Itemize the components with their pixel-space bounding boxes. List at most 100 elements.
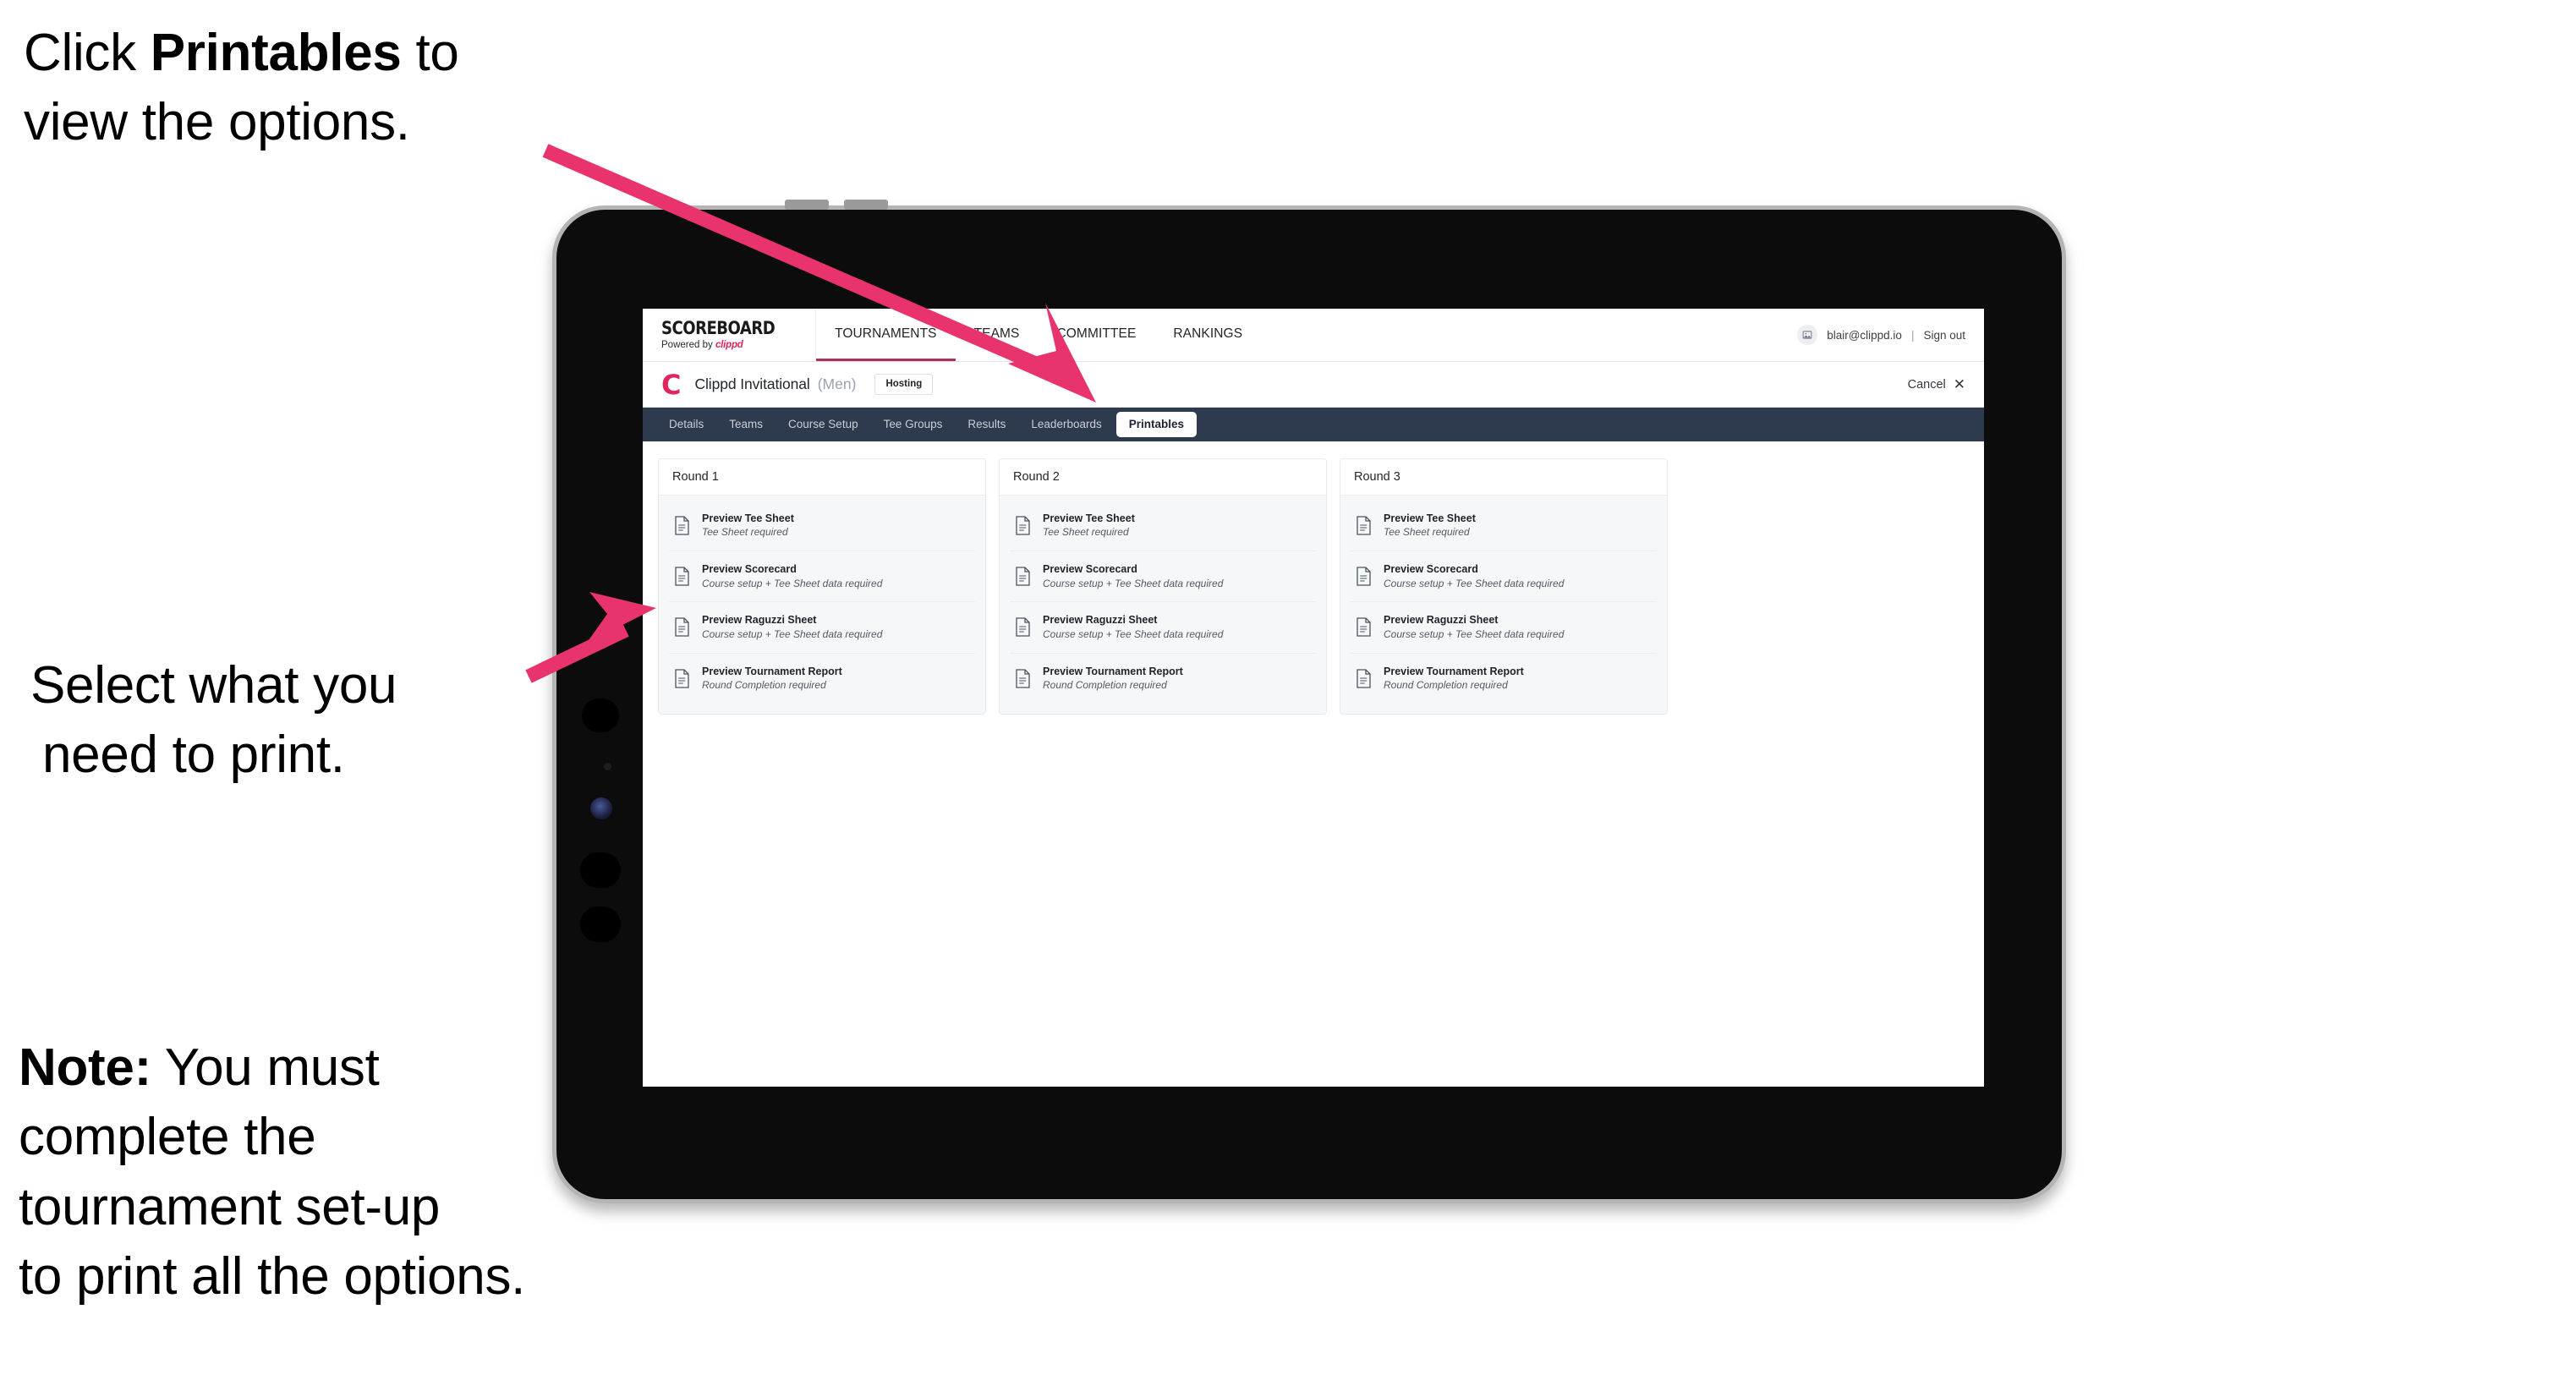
printable-requirement: Tee Sheet required <box>1043 526 1129 539</box>
nav-item-committee[interactable]: COMMITTEE <box>1038 309 1154 361</box>
annotation-click-printables: Click Printables to view the options. <box>24 19 582 158</box>
document-icon <box>674 617 690 638</box>
printable-requirement: Round Completion required <box>1384 678 1508 691</box>
round-title: Round 2 <box>1000 459 1326 496</box>
round-items-panel: Preview Tee Sheet Tee Sheet required Pre… <box>659 496 985 714</box>
annotation-top-post: to <box>401 24 459 82</box>
printable-requirement: Round Completion required <box>702 678 826 691</box>
printable-title: Preview Raguzzi Sheet <box>1384 614 1499 627</box>
tab-leaderboards[interactable]: Leaderboards <box>1020 414 1112 436</box>
account-email: blair@clippd.io <box>1827 328 1902 342</box>
document-icon <box>1015 516 1031 535</box>
printable-row-tournament-report[interactable]: Preview Tournament Report Round Completi… <box>1010 654 1316 704</box>
device-volume-down-button[interactable] <box>580 907 621 942</box>
annotation-note-bold: Note: <box>19 1038 151 1097</box>
annotation-top-line2: view the options. <box>24 93 410 152</box>
annotation-top-pre: Click <box>24 24 151 82</box>
printables-content: Round 1 Preview Tee Sheet Tee Sheet requ… <box>643 441 1984 715</box>
tablet-device: SCOREBOARD Powered by clippd TOURNAMENTS… <box>552 200 2066 1203</box>
round-items-panel: Preview Tee Sheet Tee Sheet required Pre… <box>1000 496 1326 714</box>
printable-row-scorecard[interactable]: Preview Scorecard Course setup + Tee She… <box>669 551 975 603</box>
app-top-navbar: SCOREBOARD Powered by clippd TOURNAMENTS… <box>643 309 1984 362</box>
printable-row-scorecard[interactable]: Preview Scorecard Course setup + Tee She… <box>1010 551 1316 603</box>
document-icon <box>1015 668 1031 688</box>
tab-teams[interactable]: Teams <box>718 414 774 436</box>
hosting-status-badge: Hosting <box>874 373 934 396</box>
annotation-mid-line2: need to print. <box>42 726 345 785</box>
device-top-button-1[interactable] <box>785 200 829 210</box>
screenshot-root: Click Printables to view the options. Se… <box>0 0 2576 1386</box>
printable-row-tee-sheet[interactable]: Preview Tee Sheet Tee Sheet required <box>1351 501 1657 552</box>
section-tabbar: Details Teams Course Setup Tee Groups Re… <box>643 408 1984 441</box>
printable-title: Preview Scorecard <box>1384 563 1478 576</box>
tab-details[interactable]: Details <box>658 414 715 436</box>
printable-title: Preview Raguzzi Sheet <box>702 614 817 627</box>
device-indicator-light <box>590 797 612 819</box>
printable-title: Preview Tee Sheet <box>1384 512 1476 524</box>
printable-title: Preview Scorecard <box>1043 563 1137 576</box>
account-area: blair@clippd.io | Sign out <box>1797 309 1984 361</box>
printable-title: Preview Raguzzi Sheet <box>1043 614 1158 627</box>
round-column-1: Round 1 Preview Tee Sheet Tee Sheet requ… <box>658 458 986 715</box>
user-avatar-icon[interactable] <box>1797 325 1818 345</box>
round-items-panel: Preview Tee Sheet Tee Sheet required Pre… <box>1340 496 1667 714</box>
document-icon <box>674 567 690 586</box>
brand-subtitle: Powered by clippd <box>661 339 793 351</box>
device-top-button-2[interactable] <box>844 200 888 210</box>
brand-clippd-name: clippd <box>715 339 743 350</box>
scoreboard-logo[interactable]: SCOREBOARD Powered by clippd <box>643 309 817 361</box>
account-separator: | <box>1910 328 1915 342</box>
printable-row-tee-sheet[interactable]: Preview Tee Sheet Tee Sheet required <box>669 501 975 552</box>
printable-title: Preview Tee Sheet <box>702 512 794 524</box>
top-nav-items: TOURNAMENTS TEAMS COMMITTEE RANKINGS <box>816 309 1261 361</box>
tab-tee-groups[interactable]: Tee Groups <box>873 414 954 436</box>
printable-row-tee-sheet[interactable]: Preview Tee Sheet Tee Sheet required <box>1010 501 1316 552</box>
annotation-note-line1: You must <box>151 1038 380 1097</box>
round-column-2: Round 2 Preview Tee Sheet Tee Sheet requ… <box>999 458 1327 715</box>
document-icon <box>674 668 690 688</box>
document-icon <box>674 516 690 535</box>
nav-item-teams[interactable]: TEAMS <box>956 309 1039 361</box>
nav-item-rankings[interactable]: RANKINGS <box>1154 309 1261 361</box>
nav-item-tournaments[interactable]: TOURNAMENTS <box>816 309 956 361</box>
tab-results[interactable]: Results <box>956 414 1017 436</box>
printable-row-tournament-report[interactable]: Preview Tournament Report Round Completi… <box>669 654 975 704</box>
printable-requirement: Course setup + Tee Sheet data required <box>1384 627 1565 640</box>
device-volume-up-button[interactable] <box>580 852 621 888</box>
cancel-button[interactable]: Cancel ✕ <box>1908 377 1965 392</box>
printable-title: Preview Tournament Report <box>1043 665 1183 677</box>
printable-title: Preview Scorecard <box>702 563 797 576</box>
printable-title: Preview Tournament Report <box>1384 665 1524 677</box>
annotation-note-line4: to print all the options. <box>19 1247 526 1307</box>
printable-row-raguzzi-sheet[interactable]: Preview Raguzzi Sheet Course setup + Tee… <box>1351 602 1657 654</box>
round-title: Round 1 <box>659 459 985 496</box>
document-icon <box>1015 567 1031 586</box>
device-sensor-dot <box>604 763 611 770</box>
printable-row-scorecard[interactable]: Preview Scorecard Course setup + Tee She… <box>1351 551 1657 603</box>
close-x-icon: ✕ <box>1953 376 1965 392</box>
printable-requirement: Tee Sheet required <box>1384 526 1470 539</box>
round-column-3: Round 3 Preview Tee Sheet Tee Sheet requ… <box>1340 458 1668 715</box>
clippd-logo-icon: C <box>661 368 682 401</box>
tab-printables[interactable]: Printables <box>1115 412 1198 437</box>
printable-requirement: Course setup + Tee Sheet data required <box>1043 627 1224 640</box>
printable-requirement: Tee Sheet required <box>702 526 788 539</box>
annotation-select-print: Select what you need to print. <box>30 651 572 791</box>
annotation-mid-line1: Select what you <box>30 656 397 715</box>
tournament-name: Clippd Invitational <box>694 375 810 392</box>
document-icon <box>1356 567 1372 586</box>
printable-title: Preview Tee Sheet <box>1043 512 1135 524</box>
cancel-label: Cancel <box>1907 377 1946 392</box>
annotation-top-bold: Printables <box>150 24 402 82</box>
printable-requirement: Course setup + Tee Sheet data required <box>1043 577 1224 589</box>
document-icon <box>1356 617 1372 638</box>
tab-course-setup[interactable]: Course Setup <box>777 414 869 436</box>
brand-powered-prefix: Powered by <box>661 339 715 350</box>
tournament-gender: (Men) <box>817 375 857 392</box>
printable-row-tournament-report[interactable]: Preview Tournament Report Round Completi… <box>1351 654 1657 704</box>
sign-out-link[interactable]: Sign out <box>1923 329 1965 342</box>
brand-title: SCOREBOARD <box>661 317 776 338</box>
printable-row-raguzzi-sheet[interactable]: Preview Raguzzi Sheet Course setup + Tee… <box>669 602 975 654</box>
printable-row-raguzzi-sheet[interactable]: Preview Raguzzi Sheet Course setup + Tee… <box>1010 602 1316 654</box>
printable-requirement: Round Completion required <box>1043 678 1167 691</box>
